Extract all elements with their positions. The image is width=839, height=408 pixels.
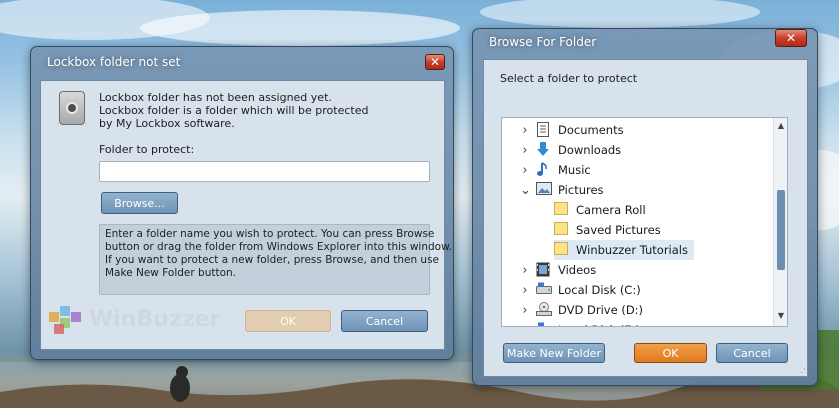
tree-item-label: Saved Pictures xyxy=(576,223,661,237)
folder-tree[interactable]: › Documents › Downloads › Music ⌄ Pictures Camer… xyxy=(501,117,788,327)
ok-button[interactable]: OK xyxy=(245,310,331,332)
close-button[interactable]: ✕ xyxy=(775,29,807,47)
tree-item-label: Camera Roll xyxy=(576,203,646,217)
winbuzzer-logo-icon xyxy=(49,306,81,334)
tree-item-label: Pictures xyxy=(558,183,604,197)
close-button[interactable]: ✕ xyxy=(425,54,445,70)
browse-button[interactable]: Browse... xyxy=(101,192,178,214)
instruction-text: Select a folder to protect xyxy=(500,72,638,85)
message-line-2: Lockbox folder is a folder which will be… xyxy=(99,104,369,117)
scroll-up-icon[interactable]: ▲ xyxy=(774,121,787,130)
tree-item[interactable]: › Documents xyxy=(520,120,624,140)
chevron-right-icon[interactable]: › xyxy=(520,143,530,158)
tree-item[interactable]: › Local Disk (C:) xyxy=(520,280,641,300)
tree-item-label: Downloads xyxy=(558,143,622,157)
videos-icon xyxy=(536,262,552,278)
resize-grip-icon[interactable]: ⋰ xyxy=(800,365,809,375)
lockbox-dialog: Lockbox folder not set ✕ Lockbox folder … xyxy=(30,46,454,360)
tree-item[interactable]: › Local Disk (E:) xyxy=(520,320,640,327)
hint-line-4: Make New Folder button. xyxy=(105,267,236,279)
cancel-button[interactable]: Cancel xyxy=(716,343,788,363)
chevron-right-icon[interactable]: › xyxy=(520,263,530,278)
ok-button[interactable]: OK xyxy=(634,343,707,363)
make-new-folder-button[interactable]: Make New Folder xyxy=(503,343,605,363)
tree-item[interactable]: › Downloads xyxy=(520,140,621,160)
message-line-1: Lockbox folder has not been assigned yet… xyxy=(99,91,332,104)
chevron-right-icon[interactable]: › xyxy=(520,303,530,318)
scroll-down-icon[interactable]: ▼ xyxy=(774,311,787,320)
tree-item-label: Local Disk (C:) xyxy=(558,283,641,297)
tree-item[interactable]: ⌄ Pictures xyxy=(520,180,604,200)
lockbox-dialog-title: Lockbox folder not set xyxy=(47,55,181,69)
tree-item-label: Videos xyxy=(558,263,597,277)
hint-line-2: button or drag the folder from Windows E… xyxy=(105,241,453,253)
tree-item-label: Local Disk (E:) xyxy=(558,323,640,326)
chevron-right-icon[interactable]: › xyxy=(520,323,530,327)
browse-dialog-title: Browse For Folder xyxy=(489,35,597,49)
tree-item-label: Winbuzzer Tutorials xyxy=(576,243,688,257)
folder-icon xyxy=(554,202,570,218)
downloads-icon xyxy=(536,142,552,158)
tree-item[interactable]: › DVD Drive (D:) xyxy=(520,300,643,320)
hint-line-3: If you want to protect a new folder, pre… xyxy=(105,254,440,266)
music-icon xyxy=(536,162,552,178)
dvd-icon xyxy=(536,302,552,318)
lockbox-icon xyxy=(59,91,85,125)
folder-path-input[interactable] xyxy=(99,161,430,182)
tree-item[interactable]: Winbuzzer Tutorials xyxy=(554,240,694,260)
chevron-right-icon[interactable]: › xyxy=(520,283,530,298)
tree-item[interactable]: Saved Pictures xyxy=(554,220,661,240)
hint-line-1: Enter a folder name you wish to protect.… xyxy=(105,228,435,240)
disk-icon xyxy=(536,322,552,326)
tree-item-label: DVD Drive (D:) xyxy=(558,303,644,317)
chevron-right-icon[interactable]: › xyxy=(520,123,530,138)
cancel-button[interactable]: Cancel xyxy=(341,310,428,332)
tree-item-label: Documents xyxy=(558,123,624,137)
tree-scrollbar[interactable]: ▲ ▼ xyxy=(773,118,787,326)
pictures-icon xyxy=(536,182,552,198)
disk-icon xyxy=(536,282,552,298)
tree-item[interactable]: › Videos xyxy=(520,260,596,280)
chevron-down-icon[interactable]: ⌄ xyxy=(520,183,531,198)
scrollbar-thumb[interactable] xyxy=(777,190,785,270)
tree-item[interactable]: › Music xyxy=(520,160,591,180)
message-line-3: by My Lockbox software. xyxy=(99,117,235,130)
tree-item[interactable]: Camera Roll xyxy=(554,200,646,220)
folder-label: Folder to protect: xyxy=(99,143,195,156)
chevron-right-icon[interactable]: › xyxy=(520,163,530,178)
hint-text-box: Enter a folder name you wish to protect.… xyxy=(99,224,453,295)
folder-icon xyxy=(554,222,570,238)
folder-icon xyxy=(554,242,570,258)
browse-folder-dialog: Browse For Folder ✕ Select a folder to p… xyxy=(472,28,818,386)
winbuzzer-watermark: WinBuzzer xyxy=(89,307,221,332)
tree-item-label: Music xyxy=(558,163,591,177)
documents-icon xyxy=(536,122,552,138)
